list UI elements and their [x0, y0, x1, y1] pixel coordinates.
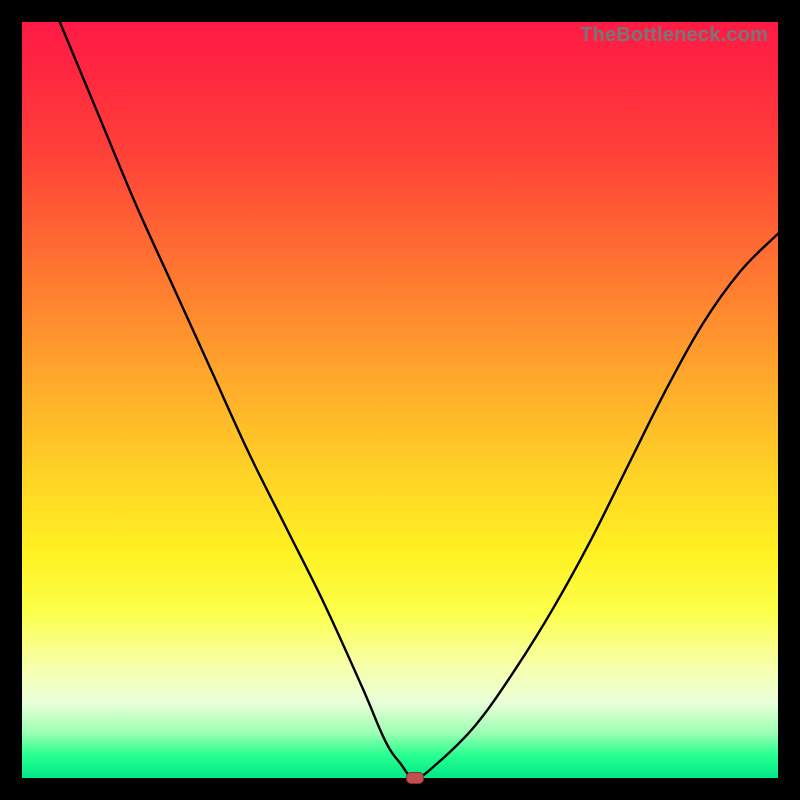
plot-area: TheBottleneck.com	[22, 22, 778, 778]
optimal-marker	[406, 772, 424, 784]
chart-frame: TheBottleneck.com	[0, 0, 800, 800]
bottleneck-curve	[22, 22, 778, 778]
